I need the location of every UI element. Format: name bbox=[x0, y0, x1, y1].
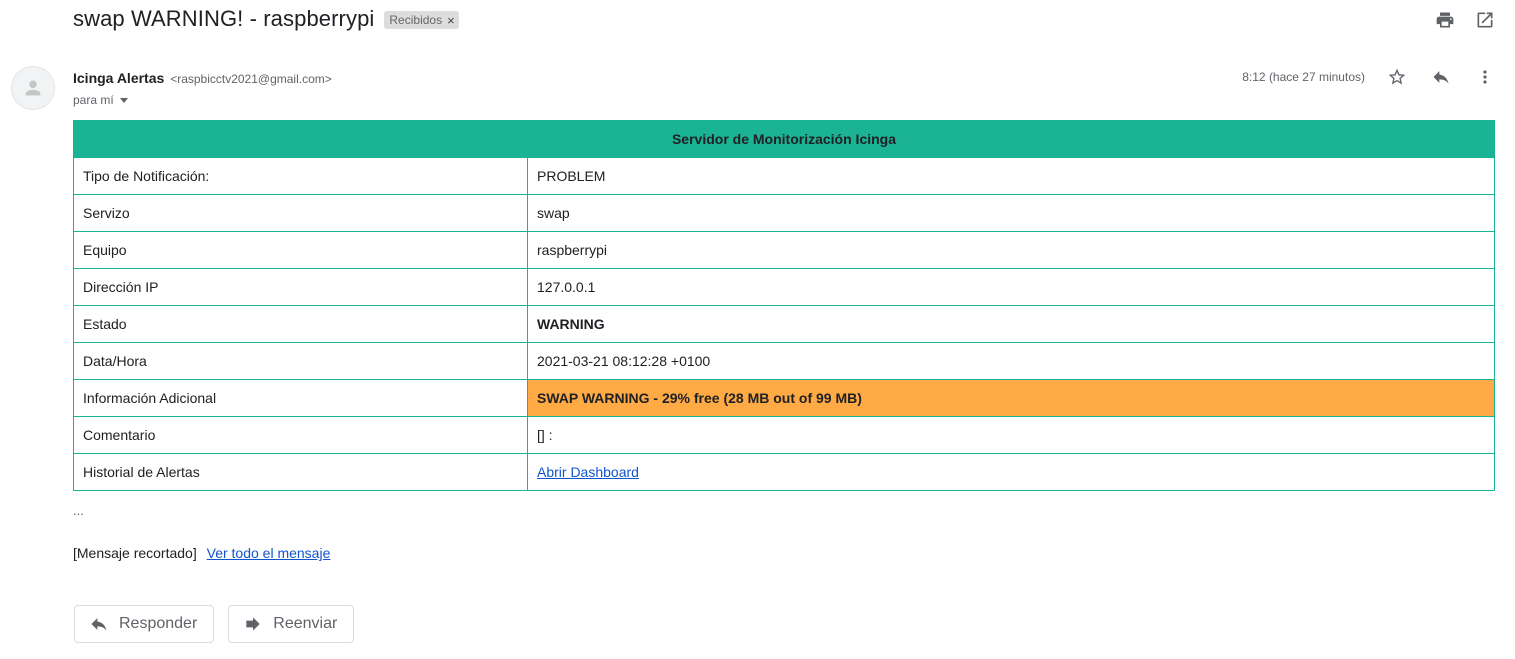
row-key: Data/Hora bbox=[73, 342, 528, 380]
reply-actions: Responder Reenviar bbox=[74, 605, 355, 643]
message-time: 8:12 (hace 27 minutos) bbox=[1242, 70, 1365, 84]
status-value: WARNING bbox=[527, 305, 1495, 343]
row-key: Comentario bbox=[73, 416, 528, 454]
table-row: Servizo swap bbox=[73, 194, 1495, 232]
row-key: Dirección IP bbox=[73, 268, 528, 306]
open-in-new-icon[interactable] bbox=[1475, 10, 1495, 30]
notification-table: Servidor de Monitorización Icinga Tipo d… bbox=[73, 120, 1495, 491]
row-value: Abrir Dashboard bbox=[527, 453, 1495, 491]
table-header-row: Servidor de Monitorización Icinga bbox=[73, 120, 1495, 158]
label-chip-text: Recibidos bbox=[389, 13, 443, 27]
clipped-message-notice: [Mensaje recortado] Ver todo el mensaje bbox=[73, 545, 330, 561]
message-meta: 8:12 (hace 27 minutos) bbox=[1242, 67, 1495, 87]
top-toolbar bbox=[1435, 10, 1495, 30]
subject-row: swap WARNING! - raspberrypi Recibidos × bbox=[73, 6, 459, 32]
row-key: Tipo de Notificación: bbox=[73, 157, 528, 195]
reply-icon bbox=[91, 618, 107, 631]
person-icon bbox=[25, 80, 41, 96]
sender-avatar[interactable] bbox=[11, 66, 55, 110]
reply-icon[interactable] bbox=[1431, 67, 1451, 87]
forward-label: Reenviar bbox=[273, 615, 338, 632]
table-row: Dirección IP 127.0.0.1 bbox=[73, 268, 1495, 306]
remove-label-icon[interactable]: × bbox=[447, 14, 455, 27]
row-value: 2021-03-21 08:12:28 +0100 bbox=[527, 342, 1495, 380]
more-vert-icon[interactable] bbox=[1475, 67, 1495, 87]
view-entire-message-link[interactable]: Ver todo el mensaje bbox=[207, 545, 331, 561]
table-row: Historial de Alertas Abrir Dashboard bbox=[73, 453, 1495, 491]
row-key: Equipo bbox=[73, 231, 528, 269]
table-header: Servidor de Monitorización Icinga bbox=[73, 120, 1495, 158]
table-row: Comentario [] : bbox=[73, 416, 1495, 454]
row-value: PROBLEM bbox=[527, 157, 1495, 195]
message-actions bbox=[1387, 67, 1495, 87]
table-row: Estado WARNING bbox=[73, 305, 1495, 343]
forward-icon bbox=[246, 617, 260, 631]
label-chip-inbox[interactable]: Recibidos × bbox=[384, 11, 459, 29]
print-icon[interactable] bbox=[1435, 10, 1455, 30]
row-key: Estado bbox=[73, 305, 528, 343]
table-row: Equipo raspberrypi bbox=[73, 231, 1495, 269]
table-row: Data/Hora 2021-03-21 08:12:28 +0100 bbox=[73, 342, 1495, 380]
row-value: swap bbox=[527, 194, 1495, 232]
trimmed-content-ellipsis[interactable]: ... bbox=[73, 503, 84, 518]
table-row: Información Adicional SWAP WARNING - 29%… bbox=[73, 379, 1495, 417]
email-subject: swap WARNING! - raspberrypi bbox=[73, 6, 375, 31]
sender-line: Icinga Alertas <raspbicctv2021@gmail.com… bbox=[73, 70, 332, 86]
reply-label: Responder bbox=[119, 615, 198, 632]
star-icon[interactable] bbox=[1387, 67, 1407, 87]
warning-value: SWAP WARNING - 29% free (28 MB out of 99… bbox=[527, 379, 1495, 417]
open-dashboard-link[interactable]: Abrir Dashboard bbox=[537, 464, 639, 480]
sender-name[interactable]: Icinga Alertas bbox=[73, 70, 164, 86]
forward-button[interactable]: Reenviar bbox=[228, 605, 355, 643]
reply-button[interactable]: Responder bbox=[74, 605, 215, 643]
chevron-down-icon[interactable] bbox=[119, 97, 128, 103]
recipient-row: para mí bbox=[73, 93, 128, 107]
sender-email: <raspbicctv2021@gmail.com> bbox=[170, 72, 332, 86]
table-row: Tipo de Notificación: PROBLEM bbox=[73, 157, 1495, 195]
row-key: Historial de Alertas bbox=[73, 453, 528, 491]
row-key: Información Adicional bbox=[73, 379, 528, 417]
row-value: 127.0.0.1 bbox=[527, 268, 1495, 306]
row-value: raspberrypi bbox=[527, 231, 1495, 269]
row-value: [] : bbox=[527, 416, 1495, 454]
clipped-text: [Mensaje recortado] bbox=[73, 545, 197, 561]
row-key: Servizo bbox=[73, 194, 528, 232]
recipient-label: para mí bbox=[73, 93, 114, 107]
